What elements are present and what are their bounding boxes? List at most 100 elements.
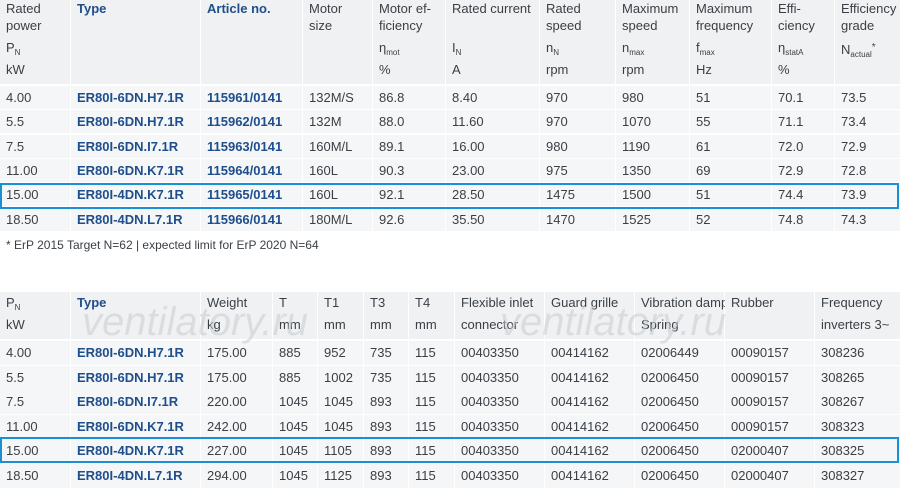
table-cell: 1525 bbox=[616, 208, 689, 231]
header-cell: Maximum frequency fmax Hz bbox=[690, 0, 771, 84]
cell-value: 7.5 bbox=[6, 139, 25, 154]
table-cell: 975 bbox=[540, 159, 615, 182]
cell-value: 115 bbox=[415, 345, 436, 360]
cell-value: 308265 bbox=[821, 370, 865, 385]
article-number[interactable]: 115964 bbox=[207, 163, 250, 178]
header-label: T bbox=[279, 295, 287, 310]
type-link[interactable]: ER80I-6DN.H7.1R bbox=[77, 114, 184, 129]
cell-value: 893 bbox=[370, 468, 392, 483]
cell-value: 115 bbox=[415, 419, 436, 434]
table-cell: 980 bbox=[540, 135, 615, 158]
article-suffix: /0141 bbox=[249, 163, 283, 178]
cell-value: 893 bbox=[370, 419, 392, 434]
cell-value: 294.00 bbox=[207, 468, 247, 483]
cell-value: 1125 bbox=[324, 468, 352, 483]
cell-value: 5.5 bbox=[6, 114, 25, 129]
type-link[interactable]: ER80I-6DN.I7.1R bbox=[77, 394, 178, 409]
cell-value: 115 bbox=[415, 468, 436, 483]
table-cell: 00414162 bbox=[545, 390, 634, 414]
cell-value: 1045 bbox=[324, 419, 353, 434]
header-label: Efficiency bbox=[841, 1, 897, 16]
table-cell: ER80I-4DN.L7.1R bbox=[71, 208, 200, 231]
type-link[interactable]: ER80I-6DN.K7.1R bbox=[77, 163, 184, 178]
header-unit: Spring bbox=[641, 317, 679, 332]
cell-value: 00414162 bbox=[551, 370, 609, 385]
cell-value: 175.00 bbox=[207, 370, 247, 385]
table-cell: 970 bbox=[540, 110, 615, 133]
table-cell: 88.0 bbox=[373, 110, 445, 133]
header-unit: mm bbox=[279, 317, 301, 332]
cell-value: 73.5 bbox=[841, 90, 867, 105]
table-cell: 885 bbox=[273, 366, 317, 390]
type-link[interactable]: ER80I-4DN.L7.1R bbox=[77, 468, 182, 483]
table-cell: 00090157 bbox=[725, 341, 814, 365]
article-number[interactable]: 115966 bbox=[207, 212, 250, 227]
article-number[interactable]: 115961 bbox=[207, 90, 250, 105]
header-subscript: max bbox=[699, 48, 715, 57]
header-cell: Maximum speed nmax rpm bbox=[616, 0, 689, 84]
header-label: Maximum bbox=[696, 1, 753, 16]
type-link[interactable]: ER80I-6DN.K7.1R bbox=[77, 419, 184, 434]
cell-value: 52 bbox=[696, 212, 711, 227]
type-link[interactable]: ER80I-6DN.H7.1R bbox=[77, 370, 184, 385]
cell-value: 308236 bbox=[821, 345, 865, 360]
cell-value: 1470 bbox=[546, 212, 575, 227]
table-cell: 4.00 bbox=[0, 341, 70, 365]
cell-value: 115 bbox=[415, 394, 436, 409]
header-cell: T1 mm bbox=[318, 292, 363, 339]
table-cell: 115966/0141 bbox=[201, 208, 302, 231]
table-cell: 115961/0141 bbox=[201, 86, 302, 109]
table-cell: 735 bbox=[364, 366, 408, 390]
table-cell: 132M/S bbox=[303, 86, 372, 109]
table-cell: 885 bbox=[273, 341, 317, 365]
header-unit: rpm bbox=[622, 62, 645, 77]
table-cell: ER80I-6DN.H7.1R bbox=[71, 110, 200, 133]
table-cell: 72.8 bbox=[835, 159, 900, 182]
article-suffix: /0141 bbox=[249, 139, 283, 154]
cell-value: 00090157 bbox=[731, 394, 789, 409]
article-number[interactable]: 115962 bbox=[207, 114, 250, 129]
header-label: Type bbox=[77, 295, 107, 310]
cell-value: 7.5 bbox=[6, 394, 25, 409]
cell-value: 1190 bbox=[622, 139, 650, 154]
cell-value: 86.8 bbox=[379, 90, 405, 105]
type-link[interactable]: ER80I-6DN.H7.1R bbox=[77, 345, 184, 360]
cell-value: 02006450 bbox=[641, 468, 699, 483]
table-cell: 1190 bbox=[616, 135, 689, 158]
cell-value: 73.4 bbox=[841, 114, 867, 129]
table-cell: 5.5 bbox=[0, 366, 70, 390]
cell-value: 92.6 bbox=[379, 212, 405, 227]
cell-value: 72.9 bbox=[841, 139, 867, 154]
table-cell: 8.40 bbox=[446, 86, 539, 109]
table-cell: 72.0 bbox=[772, 135, 834, 158]
cell-value: 89.1 bbox=[379, 139, 405, 154]
cell-value: 00414162 bbox=[551, 468, 609, 483]
type-link[interactable]: ER80I-6DN.I7.1R bbox=[77, 139, 178, 154]
table-cell: 242.00 bbox=[201, 415, 272, 439]
table-cell: 55 bbox=[690, 110, 771, 133]
header-cell: Motor ef- ficiency ηmot % bbox=[373, 0, 445, 84]
cell-value: 1002 bbox=[324, 370, 353, 385]
cell-value: 1525 bbox=[622, 212, 651, 227]
cell-value: 11.00 bbox=[6, 419, 38, 434]
table-cell: 115964/0141 bbox=[201, 159, 302, 182]
header-cell: Effi- ciency ηstatA % bbox=[772, 0, 834, 84]
table-cell: 220.00 bbox=[201, 390, 272, 414]
cell-value: 160L bbox=[309, 163, 338, 178]
cell-value: 1070 bbox=[622, 114, 651, 129]
table-cell: 160M/L bbox=[303, 135, 372, 158]
article-number[interactable]: 115963 bbox=[207, 139, 250, 154]
header-symbol: P bbox=[6, 40, 15, 55]
header-cell: Guard grille bbox=[545, 292, 634, 339]
table-cell: 1002 bbox=[318, 366, 363, 390]
header-label: Motor bbox=[309, 1, 343, 16]
cell-value: 980 bbox=[546, 139, 568, 154]
cell-value: 735 bbox=[370, 370, 392, 385]
type-link[interactable]: ER80I-4DN.L7.1R bbox=[77, 212, 182, 227]
header-label: Type bbox=[77, 1, 107, 16]
header-label: frequency bbox=[696, 18, 754, 33]
cell-value: 16.00 bbox=[452, 139, 485, 154]
highlight-frame bbox=[0, 183, 899, 209]
type-link[interactable]: ER80I-6DN.H7.1R bbox=[77, 90, 184, 105]
header-label: ficiency bbox=[379, 18, 423, 33]
